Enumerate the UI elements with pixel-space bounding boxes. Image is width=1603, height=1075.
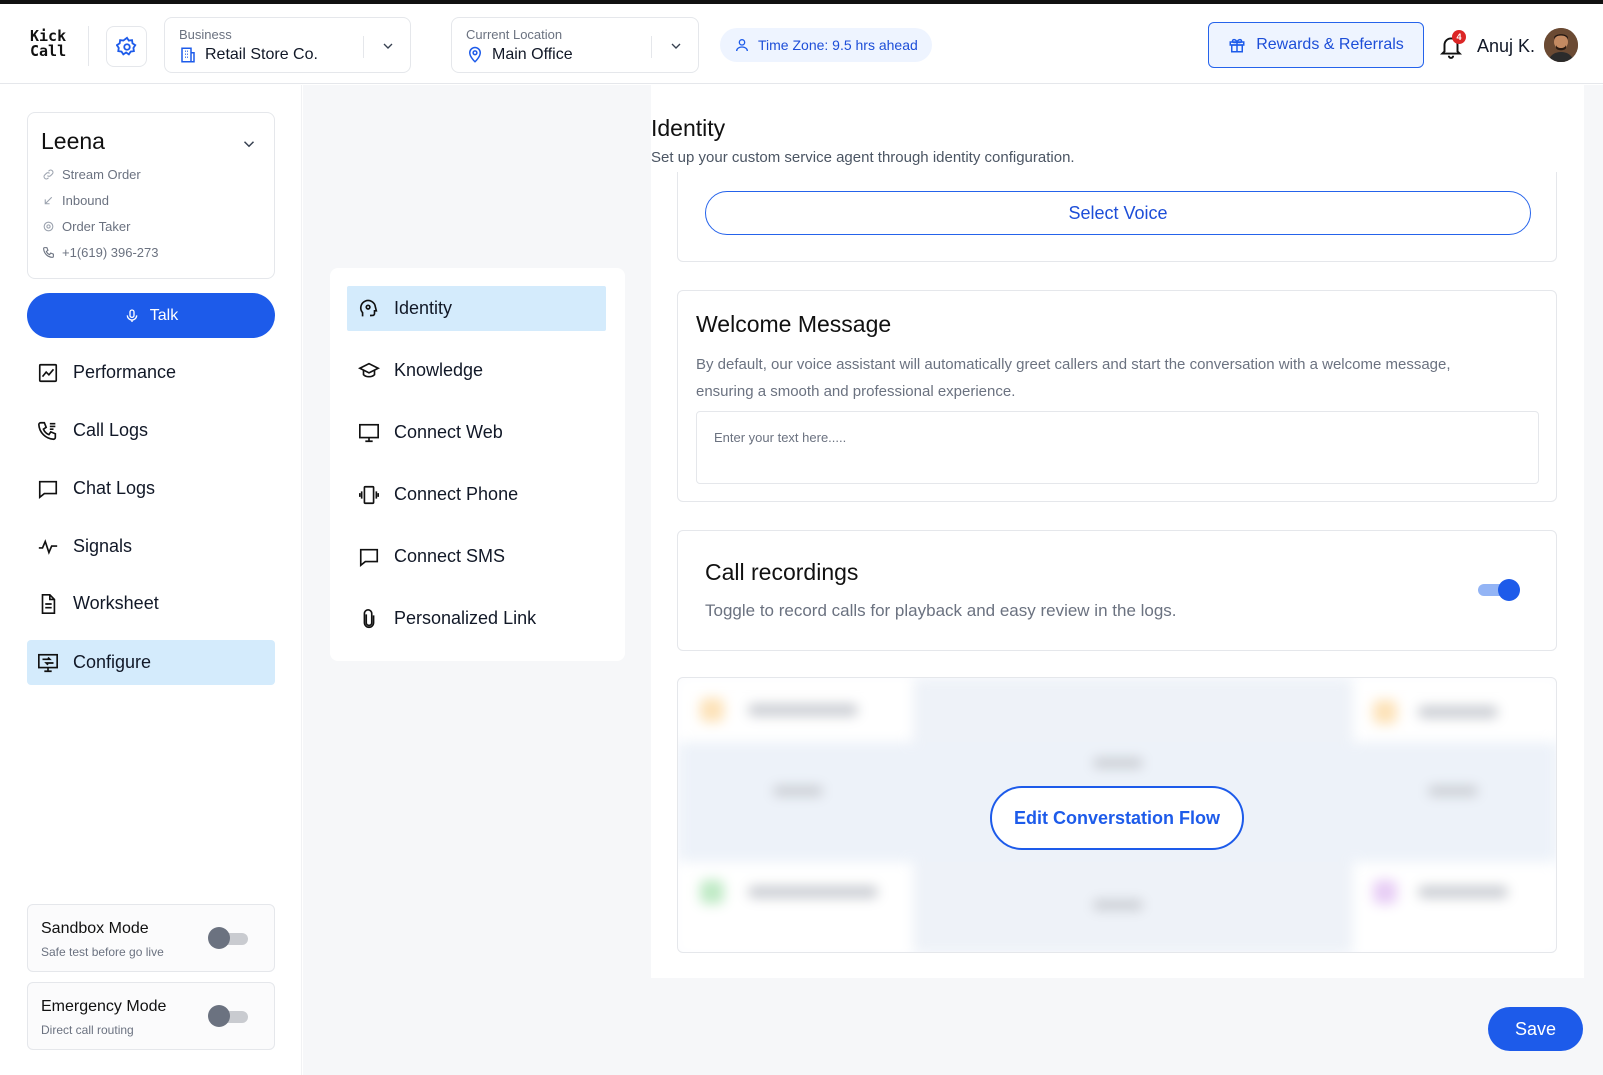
business-label: Business	[179, 27, 232, 42]
submenu-item-personalized-link[interactable]: Personalized Link	[347, 596, 606, 641]
business-selector[interactable]: Business Retail Store Co.	[164, 17, 411, 73]
pulse-icon	[38, 538, 58, 555]
agent-detail-type: Stream Order	[42, 167, 141, 182]
chevron-down-icon[interactable]	[240, 135, 258, 153]
top-header: Kick Call Business Retail Store Co. Curr…	[0, 4, 1603, 84]
save-button[interactable]: Save	[1488, 1007, 1583, 1051]
page-subtitle: Set up your custom service agent through…	[651, 149, 1075, 166]
paperclip-icon	[363, 608, 375, 628]
user-icon	[736, 39, 748, 52]
logo-divider	[88, 26, 89, 66]
submenu-item-connect-phone[interactable]: Connect Phone	[347, 472, 606, 517]
link-icon	[43, 169, 54, 180]
welcome-message-input[interactable]	[696, 411, 1539, 484]
agent-detail-direction: Inbound	[42, 193, 109, 208]
business-value: Retail Store Co.	[205, 46, 318, 63]
microphone-icon	[126, 308, 138, 322]
gear-icon	[115, 36, 137, 56]
call-recordings-description: Toggle to record calls for playback and …	[705, 601, 1177, 620]
call-recordings-toggle[interactable]	[1478, 579, 1522, 601]
phone-icon	[43, 247, 54, 258]
submenu-item-identity[interactable]: Identity	[347, 286, 606, 331]
document-icon	[41, 593, 56, 614]
gift-icon	[1229, 38, 1245, 53]
location-pin-icon	[468, 46, 482, 63]
sidebar: Leena Stream Order Inbound Order Taker +…	[0, 85, 302, 1075]
submenu-item-connect-web[interactable]: Connect Web	[347, 410, 606, 455]
sandbox-mode-toggle[interactable]	[208, 927, 248, 949]
sidebar-item-performance[interactable]: Performance	[27, 350, 275, 395]
select-voice-button[interactable]: Select Voice	[705, 191, 1531, 235]
sandbox-mode-subtitle: Safe test before go live	[41, 945, 164, 959]
location-value: Main Office	[492, 46, 573, 63]
page-title: Identity	[651, 115, 726, 141]
call-recordings-title: Call recordings	[705, 559, 859, 585]
rewards-referrals-button[interactable]: Rewards & Referrals	[1208, 22, 1424, 68]
call-recordings-card: Call recordings Toggle to record calls f…	[677, 530, 1557, 651]
talk-button[interactable]: Talk	[27, 293, 275, 338]
agent-card[interactable]: Leena Stream Order Inbound Order Taker +…	[27, 112, 275, 279]
welcome-message-description: By default, our voice assistant will aut…	[696, 356, 1451, 400]
settings-button[interactable]	[106, 26, 147, 67]
chat-icon	[38, 480, 58, 499]
chevron-down-icon	[671, 43, 681, 49]
welcome-message-card: Welcome Message By default, our voice as…	[677, 290, 1557, 502]
agent-detail-role: Order Taker	[42, 219, 130, 234]
welcome-message-title: Welcome Message	[696, 311, 892, 337]
sidebar-item-signals[interactable]: Signals	[27, 524, 275, 569]
emergency-mode-subtitle: Direct call routing	[41, 1023, 134, 1037]
location-selector[interactable]: Current Location Main Office	[451, 17, 699, 73]
location-label: Current Location	[466, 27, 563, 42]
identity-head-icon	[360, 299, 378, 316]
configure-icon	[38, 653, 58, 672]
call-logs-icon	[38, 421, 57, 440]
submenu-item-connect-sms[interactable]: Connect SMS	[347, 534, 606, 579]
conversation-flow-preview: Edit Converstation Flow	[677, 677, 1557, 953]
chart-icon	[38, 363, 58, 382]
sidebar-item-chat-logs[interactable]: Chat Logs	[27, 466, 275, 511]
notification-count-badge: 4	[1452, 30, 1466, 44]
emergency-mode-title: Emergency Mode	[41, 998, 167, 1015]
building-icon	[181, 47, 195, 63]
chevron-down-icon	[383, 43, 393, 49]
emergency-mode-toggle[interactable]	[208, 1005, 248, 1027]
message-square-icon	[359, 548, 379, 567]
monitor-icon	[359, 423, 379, 442]
phone-vibrate-icon	[359, 485, 379, 504]
app-logo[interactable]: Kick Call	[30, 29, 66, 59]
submenu-item-knowledge[interactable]: Knowledge	[347, 348, 606, 393]
user-name[interactable]: Anuj K.	[1477, 36, 1535, 57]
arrow-inbound-icon	[44, 196, 53, 205]
edit-conversation-flow-button[interactable]: Edit Converstation Flow	[990, 786, 1244, 850]
sandbox-mode-card: Sandbox Mode Safe test before go live	[27, 904, 275, 972]
agent-detail-phone: +1(619) 396-273	[42, 245, 159, 260]
avatar[interactable]	[1544, 28, 1578, 62]
voice-card: Select Voice	[677, 172, 1557, 262]
sidebar-item-configure[interactable]: Configure	[27, 640, 275, 685]
configure-submenu: Identity Knowledge Connect Web Connect P…	[330, 268, 625, 661]
graduation-cap-icon	[358, 362, 380, 378]
gear-icon	[43, 221, 54, 232]
sandbox-mode-title: Sandbox Mode	[41, 920, 149, 937]
sidebar-item-call-logs[interactable]: Call Logs	[27, 408, 275, 453]
emergency-mode-card: Emergency Mode Direct call routing	[27, 982, 275, 1050]
timezone-badge: Time Zone: 9.5 hrs ahead	[720, 28, 932, 62]
agent-name: Leena	[41, 128, 105, 154]
sidebar-item-worksheet[interactable]: Worksheet	[27, 581, 275, 626]
